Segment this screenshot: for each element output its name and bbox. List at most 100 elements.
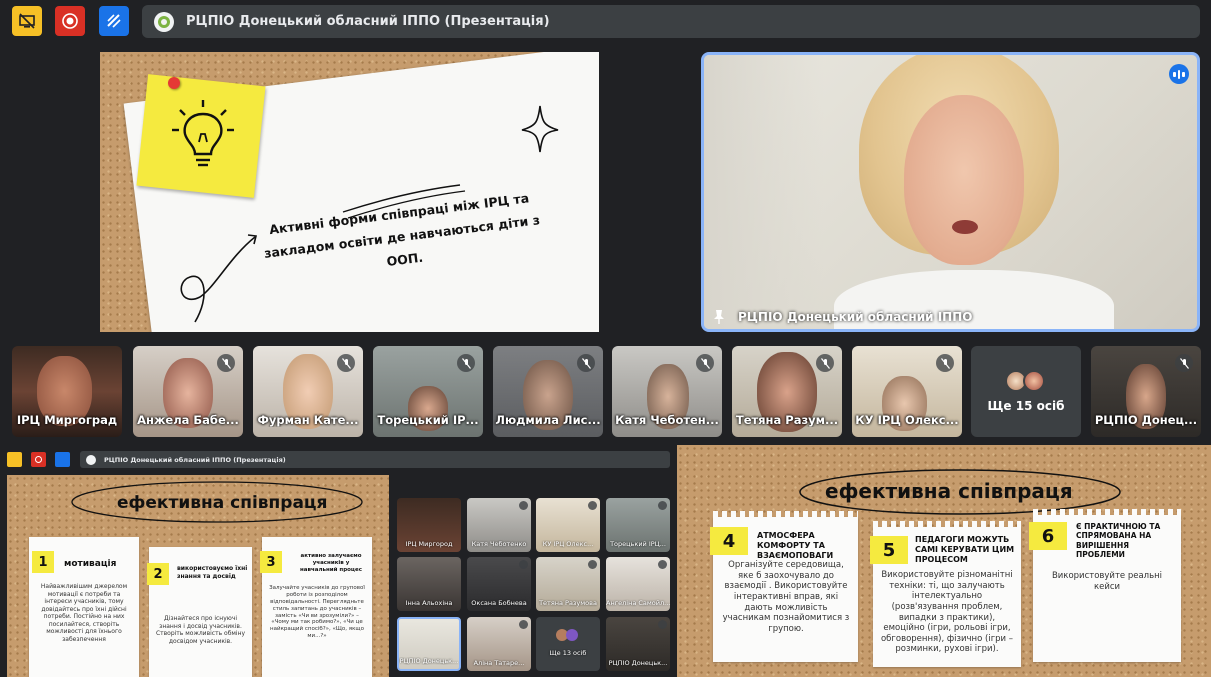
presentation-title-bar[interactable]: РЦПІО Донецький обласний ІППО (Презентац…: [142, 5, 1200, 38]
mini-screen-share-off-button[interactable]: [7, 452, 22, 467]
sparkle-doodle-icon: [521, 105, 559, 153]
mini-card-text: Найважливішим джерелом мотивації є потре…: [40, 583, 128, 643]
mini-participant-tile[interactable]: Аліна Татаре...: [467, 617, 531, 671]
mic-off-icon: [696, 354, 714, 372]
mini-mic-off-icon: [519, 560, 528, 569]
card-text: Використовуйте реальні кейси: [1051, 571, 1163, 592]
mini-participant-name: Торецький ІРЦ...: [610, 540, 666, 548]
participant-name: Анжела Бабе...: [137, 413, 239, 427]
participant-tile[interactable]: Тетяна Разум...: [732, 346, 842, 437]
mini-more-participants-tile[interactable]: Ще 13 осіб: [536, 617, 600, 671]
mini-participant-tile[interactable]: Тетяна Разумова: [536, 557, 600, 611]
record-icon: [62, 13, 78, 29]
mini-mic-off-icon: [588, 501, 597, 510]
participant-name: КУ ІРЦ Олекс...: [855, 413, 959, 427]
avatar: [566, 629, 578, 641]
participant-tile[interactable]: ІРЦ Миргоград: [12, 346, 122, 437]
mini-participant-name: ІРЦ Миргород: [405, 540, 453, 548]
mini-card-title: активно залучаємо учасників у навчальний…: [300, 553, 362, 573]
mini-mic-off-icon: [519, 501, 528, 510]
participant-name: Торецький ІР...: [377, 413, 479, 427]
mini-participant-tile[interactable]: РЦПІО Донецьк...: [397, 617, 461, 671]
mini-participant-tile[interactable]: ІРЦ Миргород: [397, 498, 461, 552]
participant-name: Людмила Лис...: [495, 413, 601, 427]
speaker-mouth: [952, 220, 978, 234]
participant-tile[interactable]: Анжела Бабе...: [133, 346, 243, 437]
mini-participant-tile[interactable]: РЦПІО Донецьк...: [606, 617, 670, 671]
card-number: 6: [1029, 522, 1067, 550]
mini-slide-title: ефективна співпраця: [117, 493, 328, 513]
mini-participant-tile[interactable]: Інна Альохіна: [397, 557, 461, 611]
card-number: 4: [710, 527, 748, 555]
mini-mic-off-icon: [658, 620, 667, 629]
speaker-face: [904, 95, 1024, 265]
card-title: є практичною та спрямована на вирішення …: [1076, 522, 1161, 560]
mic-off-icon: [337, 354, 355, 372]
mini-participant-tile[interactable]: Оксана Бобнева: [467, 557, 531, 611]
mini-whiteboard-button[interactable]: [55, 452, 70, 467]
mini-participant-name: Ангеліна Самойл...: [606, 599, 670, 607]
participant-tile[interactable]: Людмила Лис...: [493, 346, 603, 437]
mic-off-icon: [457, 354, 475, 372]
mini-more-participants-label: Ще 13 осіб: [549, 649, 587, 657]
card-text: Використовуйте різноманітні техніки: ті,…: [880, 570, 1014, 655]
mic-off-icon: [217, 354, 235, 372]
whiteboard-button[interactable]: [99, 6, 129, 36]
speaking-indicator-icon: [1169, 64, 1189, 84]
mini-participant-name: КУ ІРЦ Олекс...: [542, 540, 594, 548]
mini-title-bar[interactable]: РЦПІО Донецький обласний ІППО (Презентац…: [80, 451, 670, 468]
participant-name: ІРЦ Миргоград: [16, 413, 118, 427]
card-title: атмосфера комфорту та взаємоповаги: [757, 531, 834, 560]
presentation-title: РЦПІО Донецький обласний ІППО (Презентац…: [186, 14, 550, 29]
mini-participant-name: Інна Альохіна: [405, 599, 453, 607]
active-speaker-tile[interactable]: РЦПІО Донецький обласний ІППО: [701, 52, 1200, 332]
mini-participant-tile[interactable]: Ангеліна Самойл...: [606, 557, 670, 611]
mini-card-text: Дізнайтеся про існуючі знання і досвід у…: [155, 615, 246, 645]
pin-icon[interactable]: [712, 309, 726, 325]
avatar: [1023, 370, 1045, 392]
mic-off-icon: [816, 354, 834, 372]
mic-off-icon: [1175, 354, 1193, 372]
more-participants-tile[interactable]: Ще 15 осіб: [971, 346, 1081, 437]
card-tear-edge: [713, 511, 858, 518]
participant-name: Фурман Кате...: [257, 413, 359, 427]
mini-participant-name: Тетяна Разумова: [539, 599, 597, 607]
slide-title: ефективна співпраця: [825, 479, 1073, 503]
participant-tile[interactable]: Катя Чеботен...: [612, 346, 722, 437]
mini-mic-off-icon: [658, 501, 667, 510]
mini-mic-off-icon: [658, 560, 667, 569]
mini-card-number: 1: [32, 551, 54, 573]
screen-share-off-icon: [19, 13, 35, 29]
participant-tile[interactable]: КУ ІРЦ Олекс...: [852, 346, 962, 437]
mini-card-title: мотивація: [64, 559, 117, 569]
mini-title: РЦПІО Донецький обласний ІППО (Презентац…: [104, 455, 286, 464]
mini-participant-tile[interactable]: КУ ІРЦ Олекс...: [536, 498, 600, 552]
participant-tile[interactable]: Торецький ІР...: [373, 346, 483, 437]
card-title: педагоги можуть самі керувати цим процес…: [915, 535, 1015, 564]
participant-tile[interactable]: РЦПІО Донец...: [1091, 346, 1201, 437]
mini-logo-icon: [86, 454, 96, 465]
participant-tile[interactable]: Фурман Кате...: [253, 346, 363, 437]
participant-name: Тетяна Разум...: [735, 413, 839, 427]
mini-participant-name: Оксана Бобнева: [471, 599, 527, 607]
mini-participant-name: Аліна Татаре...: [473, 659, 525, 667]
mini-card-number: 3: [260, 551, 282, 573]
mini-participant-tile[interactable]: Торецький ІРЦ...: [606, 498, 670, 552]
card-number: 5: [870, 536, 908, 564]
mini-participant-tile[interactable]: Катя Чеботенко: [467, 498, 531, 552]
lightbulb-icon: [172, 100, 234, 167]
participant-name: Катя Чеботен...: [615, 413, 719, 427]
mini-record-button[interactable]: [31, 452, 46, 467]
record-button[interactable]: [55, 6, 85, 36]
push-pin-icon: [168, 77, 180, 89]
institute-logo-icon: [154, 11, 174, 32]
screen-share-off-button[interactable]: [12, 6, 42, 36]
presentation-slide-cards: ефективна співпраця 4 атмосфера комфорту…: [677, 445, 1211, 677]
mini-card-text: Залучайте учасників до групової роботи і…: [269, 585, 365, 640]
mic-off-icon: [577, 354, 595, 372]
card-text: Організуйте середовища, яке б заохочувал…: [722, 560, 850, 634]
presentation-slide: Активні форми співпраці між ІРЦ та закла…: [100, 52, 599, 332]
mini-participant-name: Катя Чеботенко: [471, 540, 527, 548]
speaker-wall-shadow: [704, 55, 824, 329]
mini-card-title: використовуємо їхні знання та досвід: [177, 565, 248, 580]
